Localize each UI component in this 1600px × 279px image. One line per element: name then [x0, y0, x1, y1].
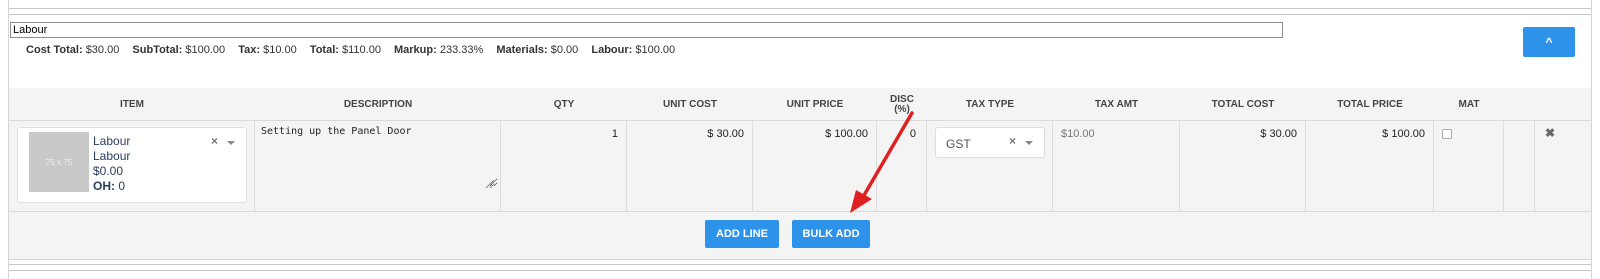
cell-remove: ✖ [1535, 121, 1591, 212]
col-header-item: ITEM [120, 98, 144, 110]
qty-value: 1 [611, 128, 618, 140]
tax-amt-value: $10.00 [1061, 128, 1095, 140]
cell-unit-price[interactable]: $ 100.00 [753, 121, 877, 212]
col-header-tax-amt: TAX AMT [1094, 98, 1139, 110]
tax-type-select[interactable]: GST × [935, 127, 1045, 158]
item-oh: OH: 0 [93, 179, 126, 193]
tax-type-value: GST [946, 137, 971, 151]
mat-checkbox[interactable] [1442, 129, 1452, 139]
total-total: Total: $110.00 [309, 44, 381, 56]
col-header-description: DESCRIPTION [343, 98, 413, 110]
cell-qty[interactable]: 1 [501, 121, 627, 212]
group-name-input[interactable] [10, 22, 1283, 38]
total-tax: Tax: $10.00 [238, 44, 297, 56]
tax-clear-icon[interactable]: × [1009, 134, 1016, 148]
top-border-inner [8, 14, 1592, 15]
cell-description: Setting up the Panel Door [255, 121, 501, 212]
total-labour: Labour: $100.00 [591, 44, 676, 56]
cell-mat [1434, 121, 1504, 212]
resize-handle-icon[interactable] [486, 180, 494, 188]
item-details: Labour Labour $0.00 OH: 0 [93, 134, 130, 194]
bottom-border [8, 264, 1592, 265]
table-row: 75 x 75 Labour Labour $0.00 OH: 0 × Sett… [9, 121, 1591, 212]
col-header-total-cost: TOTAL COST [1211, 98, 1275, 110]
total-price-value: $ 100.00 [1382, 128, 1425, 140]
remove-row-icon[interactable]: ✖ [1545, 126, 1555, 140]
item-clear-icon[interactable]: × [211, 134, 218, 148]
col-header-total-price: TOTAL PRICE [1337, 98, 1403, 110]
bottom-border-outer [8, 270, 1592, 271]
unit-cost-value: $ 30.00 [707, 128, 744, 140]
col-header-qty: QTY [553, 98, 575, 110]
cell-disc[interactable]: 0 [877, 121, 927, 212]
cell-total-price: $ 100.00 [1306, 121, 1434, 212]
tax-chevron-down-icon[interactable] [1025, 141, 1033, 145]
cell-item: 75 x 75 Labour Labour $0.00 OH: 0 × [9, 121, 255, 212]
table-header: ITEM DESCRIPTION QTY UNIT COST UNIT PRIC… [9, 88, 1591, 121]
cell-unit-cost[interactable]: $ 30.00 [627, 121, 753, 212]
col-header-mat: MAT [1458, 98, 1480, 110]
col-header-disc: DISC (%) [877, 88, 927, 121]
total-materials: Materials: $0.00 [496, 44, 579, 56]
cell-total-cost: $ 30.00 [1180, 121, 1306, 212]
cell-tax-amt: $10.00 [1053, 121, 1180, 212]
add-line-button[interactable]: ADD LINE [705, 220, 779, 248]
cell-spacer [1504, 121, 1535, 212]
disc-value: 0 [909, 128, 916, 140]
col-header-tax-type: TAX TYPE [965, 98, 1015, 110]
totals-summary: Cost Total: $30.00 SubTotal: $100.00 Tax… [26, 44, 685, 56]
cell-tax-type: GST × [927, 121, 1053, 212]
col-header-disc-line1: DISC [890, 93, 914, 105]
line-items-table: ITEM DESCRIPTION QTY UNIT COST UNIT PRIC… [9, 88, 1591, 260]
bulk-add-button[interactable]: BULK ADD [792, 220, 870, 248]
total-subtotal: SubTotal: $100.00 [132, 44, 226, 56]
col-header-unit-cost: UNIT COST [663, 98, 717, 110]
total-cost-total: Cost Total: $30.00 [26, 44, 120, 56]
col-header-disc-line2: (%) [894, 103, 910, 115]
item-chevron-down-icon[interactable] [227, 141, 235, 145]
description-textarea[interactable]: Setting up the Panel Door [261, 126, 498, 187]
unit-price-value: $ 100.00 [825, 128, 868, 140]
top-border [8, 8, 1592, 9]
item-name: Labour [93, 134, 131, 148]
col-header-unit-price: UNIT PRICE [786, 98, 844, 110]
collapse-button[interactable]: ^ [1523, 27, 1575, 57]
total-cost-value: $ 30.00 [1260, 128, 1297, 140]
item-select[interactable]: 75 x 75 Labour Labour $0.00 OH: 0 × [17, 127, 247, 203]
right-border [1591, 0, 1592, 279]
item-price: $0.00 [93, 164, 124, 178]
item-thumbnail: 75 x 75 [29, 132, 89, 192]
item-category: Labour [93, 149, 131, 163]
total-markup: Markup: 233.33% [394, 44, 484, 56]
